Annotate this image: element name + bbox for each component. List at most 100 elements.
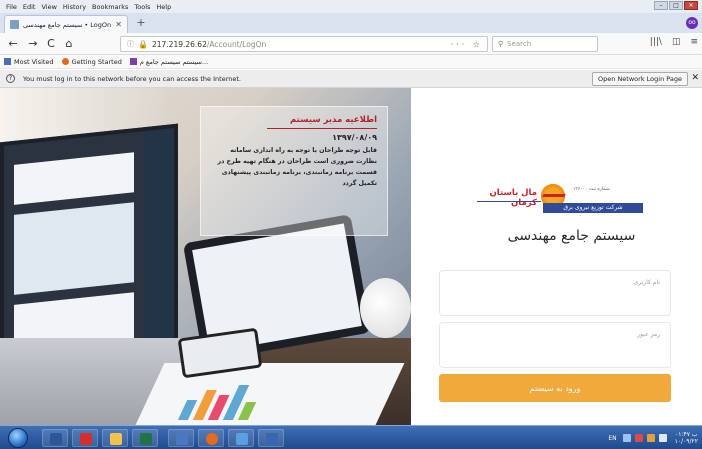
taskbar-app4-button[interactable] — [258, 429, 284, 447]
taskbar-app2-button[interactable] — [168, 429, 194, 447]
profile-icon[interactable]: oo — [686, 17, 698, 29]
menu-help[interactable]: Help — [156, 3, 171, 11]
search-placeholder: Search — [507, 40, 532, 48]
system-tray: EN ۰۱:۴۷ ب ۱۰/۰۹/۲۲ — [608, 430, 698, 446]
home-button[interactable]: ⌂ — [62, 37, 76, 51]
library-icon[interactable]: |||\ — [650, 37, 662, 47]
arrow-up-icon[interactable] — [622, 434, 631, 442]
logo-underline — [477, 201, 541, 202]
clock-date: ۱۰/۰۹/۲۲ — [674, 438, 698, 445]
login-panel: مال باستان کرمان شماره ثبت ۱۳۶۰۰۰ شرکت ت… — [411, 88, 702, 425]
monitor-icon — [236, 433, 248, 445]
network-tray-icon[interactable] — [634, 434, 643, 442]
menu-file[interactable]: File — [6, 3, 17, 11]
excel-icon — [140, 433, 152, 445]
bookmark-label: Most Visited — [14, 57, 54, 66]
close-window-button[interactable]: ✕ — [684, 1, 698, 10]
menu-tools[interactable]: Tools — [134, 3, 150, 11]
firefox-icon — [61, 58, 69, 65]
open-login-page-button[interactable]: Open Network Login Page — [592, 72, 688, 86]
search-bar[interactable]: ⚲ Search — [492, 36, 598, 52]
bookmarks-toolbar: Most Visited Getting Started سیستم سیستم… — [0, 55, 702, 69]
logo-registration: شماره ثبت ۱۳۶۰۰۰ — [573, 187, 610, 192]
bookmark-label: Getting Started — [71, 57, 122, 66]
page-actions-icon[interactable]: ··· ☆ — [451, 40, 483, 49]
clock[interactable]: ۰۱:۴۷ ب ۱۰/۰۹/۲۲ — [675, 431, 698, 445]
shield-tray-icon[interactable] — [646, 434, 655, 442]
tab-title: سیستم جامع مهندسی • LogOn — [23, 20, 112, 29]
bookmark-label: سیستم سیستم جامع م... — [139, 57, 209, 66]
search-icon: ⚲ — [498, 40, 504, 48]
menu-view[interactable]: View — [41, 3, 56, 11]
username-label: نام کاربری — [633, 279, 660, 286]
menu-bar: File Edit View History Bookmarks Tools H… — [0, 0, 702, 13]
back-button[interactable]: ← — [6, 37, 20, 51]
language-indicator[interactable]: EN — [608, 435, 616, 442]
username-input[interactable] — [448, 293, 662, 307]
password-input[interactable] — [448, 345, 662, 359]
notification-close-icon[interactable]: ✕ — [691, 73, 699, 83]
taskbar-app3-button[interactable] — [228, 429, 254, 447]
word-icon — [50, 433, 62, 445]
notice-date: ۱۳۹۷/۰۸/۰۹ — [332, 133, 377, 142]
network-icon — [266, 433, 278, 445]
minimize-button[interactable]: – — [654, 1, 668, 10]
logo-name: مال باستان کرمان — [489, 188, 537, 208]
coffee-cup-image — [360, 278, 411, 338]
grid-icon — [129, 58, 137, 65]
taskbar-excel-button[interactable] — [132, 429, 158, 447]
new-tab-button[interactable]: + — [134, 17, 148, 31]
tab-logon[interactable]: سیستم جامع مهندسی • LogOn ✕ — [4, 15, 128, 33]
start-button[interactable] — [8, 428, 28, 448]
paper-bar — [237, 402, 257, 420]
notice-title: اطلاعیه مدیر سیستم — [290, 115, 377, 125]
taskbar: EN ۰۱:۴۷ ب ۱۰/۰۹/۲۲ — [0, 425, 702, 449]
notice-divider — [267, 128, 377, 129]
admin-notice-panel: اطلاعیه مدیر سیستم ۱۳۹۷/۰۸/۰۹ قابل توجه … — [200, 106, 388, 236]
reload-button[interactable]: C — [44, 37, 58, 51]
notice-body: قابل توجه طراحان با توجه به راه اندازی س… — [217, 147, 377, 187]
forward-button[interactable]: → — [26, 37, 40, 51]
bookmark-most-visited[interactable]: Most Visited — [4, 58, 54, 66]
company-logo: مال باستان کرمان شماره ثبت ۱۳۶۰۰۰ شرکت ت… — [477, 182, 645, 218]
maximize-button[interactable]: □ — [669, 1, 683, 10]
url-host: 217.219.26.62 — [151, 39, 207, 49]
laptop-sidebar — [144, 128, 174, 374]
navigation-bar: ← → C ⌂ ⓘ 🔒 217.219.26.62/Account/LogOn … — [0, 33, 702, 55]
username-field[interactable]: نام کاربری — [439, 270, 671, 316]
password-field[interactable]: رمز عبور — [439, 322, 671, 368]
laptop-panel — [14, 202, 134, 295]
toolbar-right: |||\ ◫ ≡ — [650, 37, 698, 47]
taskbar-word-button[interactable] — [42, 429, 68, 447]
captive-portal-notification: ? You must log in to this network before… — [0, 70, 702, 88]
window-controls: – □ ✕ — [654, 1, 698, 10]
insecure-lock-icon: 🔒 — [138, 39, 148, 49]
taskbar-explorer-button[interactable] — [102, 429, 128, 447]
bookmark-getting-started[interactable]: Getting Started — [61, 57, 122, 66]
menu-bookmarks[interactable]: Bookmarks — [92, 3, 128, 11]
tab-close-icon[interactable]: ✕ — [115, 20, 122, 29]
page-favicon-icon — [10, 20, 19, 29]
menu-edit[interactable]: Edit — [23, 3, 36, 11]
address-bar[interactable]: ⓘ 🔒 217.219.26.62/Account/LogOn ··· ☆ — [120, 36, 488, 52]
sidebar-icon[interactable]: ◫ — [672, 37, 681, 47]
folder-icon — [110, 433, 122, 445]
page-content: اطلاعیه مدیر سیستم ۱۳۹۷/۰۸/۰۹ قابل توجه … — [0, 88, 702, 425]
menu-history[interactable]: History — [63, 3, 86, 11]
window-icon — [176, 433, 188, 445]
gear-icon — [4, 58, 11, 65]
url-text: 217.219.26.62/Account/LogOn — [152, 40, 266, 49]
volume-icon[interactable] — [658, 434, 667, 442]
bookmark-engineering-system[interactable]: سیستم سیستم جامع م... — [129, 57, 209, 66]
password-label: رمز عبور — [637, 331, 660, 338]
info-icon[interactable]: ⓘ — [127, 39, 134, 49]
system-title: سیستم جامع مهندسی — [507, 228, 636, 244]
menu-icon[interactable]: ≡ — [690, 37, 698, 47]
login-button[interactable]: ورود به سیستم — [439, 374, 671, 402]
taskbar-app-button[interactable] — [72, 429, 98, 447]
clock-time: ۰۱:۴۷ ب — [675, 431, 698, 438]
question-icon: ? — [6, 74, 15, 83]
taskbar-firefox-button[interactable] — [198, 429, 224, 447]
notification-text: You must log in to this network before y… — [23, 74, 241, 83]
hero-image: اطلاعیه مدیر سیستم ۱۳۹۷/۰۸/۰۹ قابل توجه … — [0, 88, 411, 425]
